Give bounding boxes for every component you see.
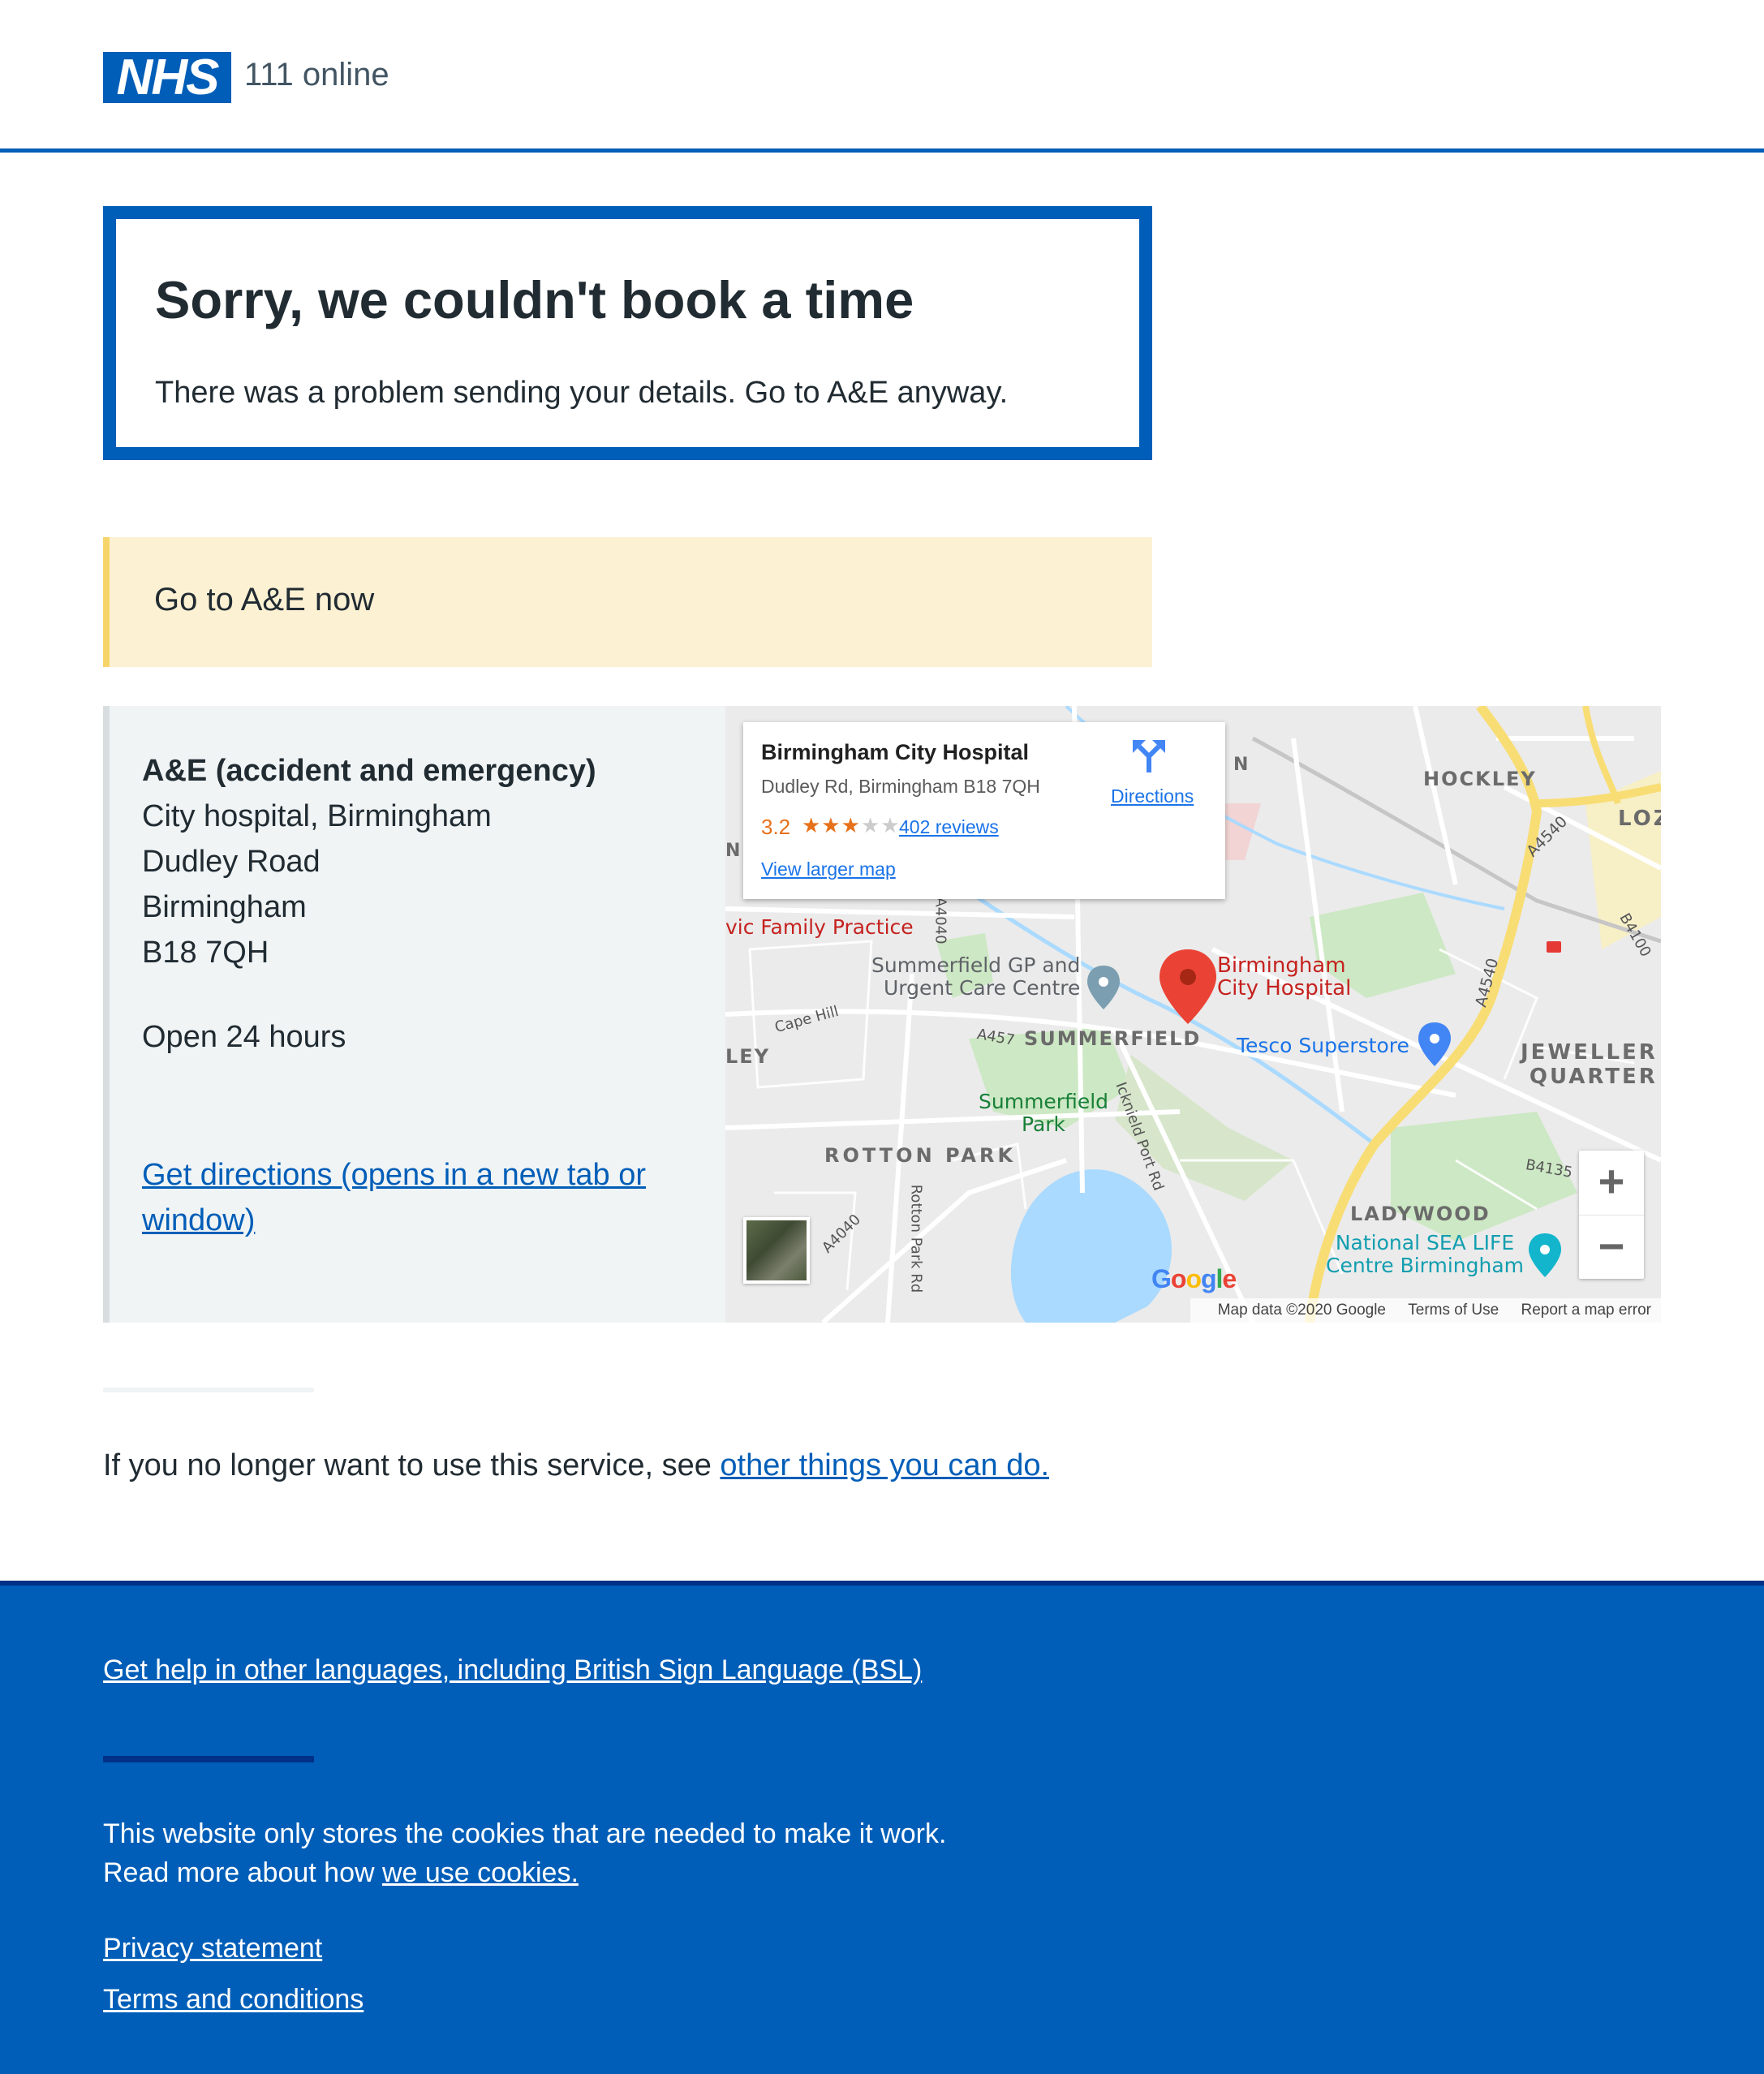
cookie-notice-line-1: This website only stores the cookies tha… <box>103 1818 947 1849</box>
report-map-error-link[interactable]: Report a map error <box>1521 1302 1651 1319</box>
map-label-rotton-park-rd: Rotton Park Rd <box>907 1184 925 1293</box>
address-line: B18 7QH <box>142 936 269 970</box>
place-title: Birmingham City Hospital <box>761 740 1030 764</box>
cookies-link[interactable]: we use cookies. <box>382 1857 579 1888</box>
get-directions-link[interactable]: Get directions (opens in a new tab or wi… <box>142 1152 710 1243</box>
map-data-attribution: Map data ©2020 Google <box>1217 1302 1386 1319</box>
map-attribution-bar: Map data ©2020 Google Terms of Use Repor… <box>1190 1298 1661 1323</box>
place-address: Dudley Rd, Birmingham B18 7QH <box>761 776 1040 797</box>
site-footer: Get help in other languages, including B… <box>0 1581 1764 2074</box>
exit-service-text: If you no longer want to use this servic… <box>103 1448 1050 1482</box>
other-things-link[interactable]: other things you can do. <box>720 1448 1049 1482</box>
place-info-card: Birmingham City Hospital Dudley Rd, Birm… <box>743 722 1225 899</box>
map-label-hockley: HOCKLEY <box>1423 768 1537 790</box>
map-terms-link[interactable]: Terms of Use <box>1408 1302 1499 1319</box>
map-label-family-practice: vic Family Practice <box>725 915 914 939</box>
zoom-controls: + − <box>1579 1151 1644 1279</box>
error-title: Sorry, we couldn't book a time <box>155 270 914 329</box>
address-line: City hospital, Birmingham <box>142 799 492 833</box>
other-languages-link[interactable]: Get help in other languages, including B… <box>103 1654 922 1686</box>
cookie-notice: This website only stores the cookies tha… <box>103 1814 946 1892</box>
service-details: A&E (accident and emergency) City hospit… <box>142 748 710 1060</box>
map-label-ley: LEY <box>725 1045 771 1068</box>
opening-hours: Open 24 hours <box>142 1020 346 1054</box>
rail-station-icon <box>1547 941 1561 953</box>
zoom-in-button[interactable]: + <box>1579 1151 1644 1215</box>
section-divider <box>103 1388 314 1392</box>
terms-and-conditions-link[interactable]: Terms and conditions <box>103 1984 364 2016</box>
cookie-notice-line-2: Read more about how we use cookies. <box>103 1857 579 1888</box>
callout-text: Go to A&E now <box>154 582 375 617</box>
map-label-a4040-top: A4040 <box>931 897 949 944</box>
privacy-statement-link[interactable]: Privacy statement <box>103 1933 322 1964</box>
map-label-summerfield-park: Summerfield Park <box>979 1090 1109 1136</box>
error-message: There was a problem sending your details… <box>155 376 1009 410</box>
map-label-n-left: N <box>725 841 741 861</box>
map-label-jewellery-quarter: JEWELLER QUARTER <box>1521 1040 1658 1089</box>
satellite-toggle-button[interactable] <box>743 1217 810 1284</box>
map-label-ladywood: LADYWOOD <box>1350 1203 1491 1225</box>
zoom-out-button[interactable]: − <box>1579 1215 1644 1279</box>
service-name-heading: A&E (accident and emergency) <box>142 754 596 788</box>
rating-stars-icon: ★★★★★ <box>802 813 901 837</box>
reviews-link[interactable]: 402 reviews <box>899 816 999 838</box>
directions-link[interactable]: Directions <box>1111 785 1194 807</box>
go-to-ae-callout: Go to A&E now <box>103 537 1152 667</box>
map-label-summerfield: SUMMERFIELD <box>1024 1027 1202 1050</box>
map-label-rotton-park: ROTTON PARK <box>824 1144 1017 1167</box>
address-line: Birmingham <box>142 890 307 924</box>
map-label-sealife: National SEA LIFE Centre Birmingham <box>1326 1231 1525 1277</box>
map-label-n-top: N <box>1233 755 1249 775</box>
directions-icon[interactable] <box>1133 738 1165 772</box>
nhs-logo[interactable]: NHS <box>103 52 231 103</box>
map-label-loz: LOZ <box>1618 807 1661 831</box>
site-header: NHS 111 online <box>0 0 1764 153</box>
address-line: Dudley Road <box>142 845 321 879</box>
map-label-tesco: Tesco Superstore <box>1237 1034 1409 1057</box>
error-summary: Sorry, we couldn't book a time There was… <box>103 206 1152 460</box>
google-logo: Google <box>1151 1264 1237 1293</box>
footer-divider <box>103 1756 314 1762</box>
map-label-hospital: Birmingham City Hospital <box>1217 953 1352 1000</box>
google-map[interactable]: HOCKLEY LOZ A4540 B4100 A4540 vic Family… <box>725 706 1661 1323</box>
place-rating: 3.2 <box>761 815 791 839</box>
view-larger-map-link[interactable]: View larger map <box>761 858 896 880</box>
map-label-summerfield-gp: Summerfield GP and Urgent Care Centre <box>871 953 1081 1000</box>
service-name: 111 online <box>244 57 389 93</box>
